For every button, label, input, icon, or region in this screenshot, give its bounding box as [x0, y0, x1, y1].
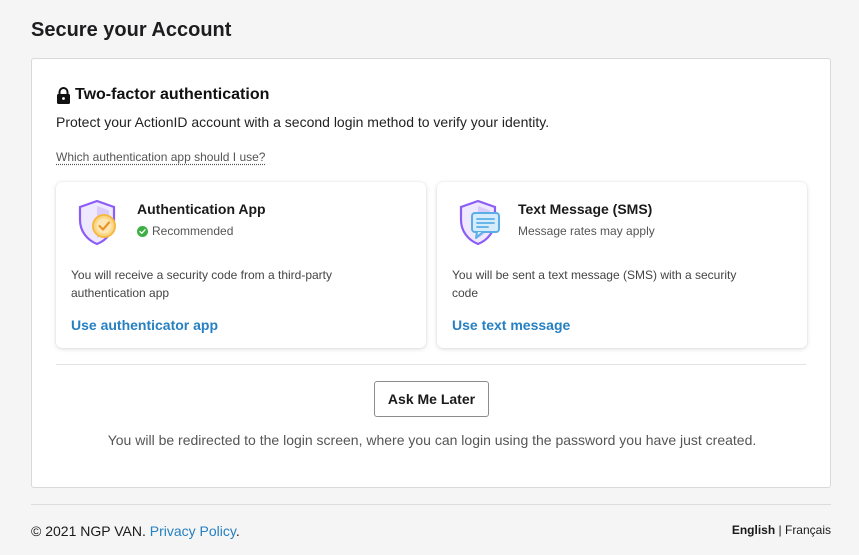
language-english: English: [731, 523, 776, 537]
language-french-link[interactable]: Français: [785, 523, 831, 537]
two-factor-panel: Two-factor authentication Protect your A…: [31, 58, 831, 488]
message-rates-note: Message rates may apply: [518, 224, 655, 238]
authenticator-app-option-card[interactable]: Authentication App Recommended You will …: [56, 182, 426, 348]
two-factor-heading: Two-factor authentication: [56, 86, 269, 104]
page-title: Secure your Account: [31, 19, 232, 41]
language-separator: |: [778, 523, 782, 537]
text-message-title: Text Message (SMS): [518, 201, 653, 217]
privacy-policy-link[interactable]: Privacy Policy: [150, 523, 236, 539]
copyright-text: © 2021 NGP VAN.: [31, 523, 146, 539]
check-circle-icon: [137, 225, 148, 237]
lock-icon: [56, 86, 71, 104]
use-authenticator-app-link[interactable]: Use authenticator app: [71, 317, 218, 333]
authenticator-app-title: Authentication App: [137, 201, 266, 217]
authenticator-app-description: You will receive a security code from a …: [71, 268, 332, 300]
use-text-message-link[interactable]: Use text message: [452, 317, 570, 333]
footer-copyright: © 2021 NGP VAN. Privacy Policy.: [31, 523, 240, 539]
footer-divider: [31, 504, 831, 505]
two-factor-heading-text: Two-factor authentication: [75, 86, 270, 103]
ask-me-later-button[interactable]: Ask Me Later: [374, 381, 489, 417]
text-message-description: You will be sent a text message (SMS) wi…: [452, 268, 737, 300]
recommended-label: Recommended: [152, 224, 234, 238]
shield-check-icon: [76, 198, 122, 248]
two-factor-description: Protect your ActionID account with a sec…: [56, 114, 550, 130]
panel-divider: [56, 364, 806, 365]
recommended-badge: Recommended: [137, 224, 233, 238]
which-app-help-link[interactable]: Which authentication app should I use?: [56, 150, 265, 164]
language-switcher: English | Français: [732, 523, 831, 537]
text-message-option-card[interactable]: Text Message (SMS) Message rates may app…: [437, 182, 807, 348]
redirect-note: You will be redirected to the login scre…: [107, 432, 757, 448]
shield-message-icon: [457, 198, 503, 248]
footer-period: .: [235, 523, 240, 539]
